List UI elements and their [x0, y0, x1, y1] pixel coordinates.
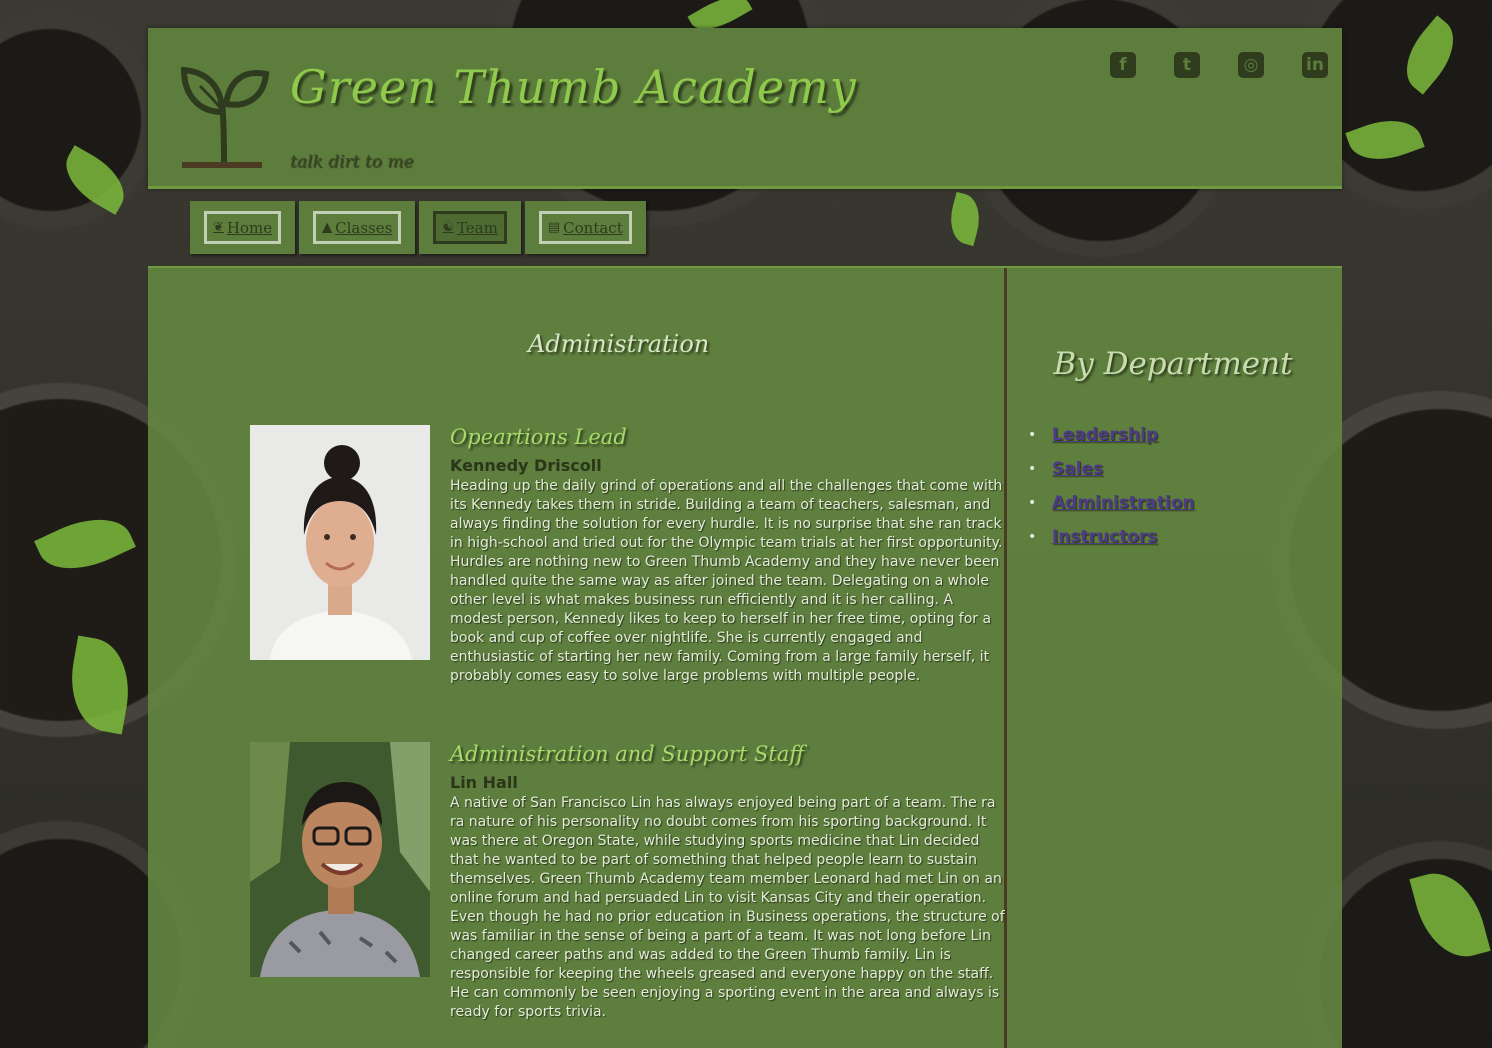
background-leaf — [62, 635, 138, 735]
site-header: Green Thumb Academy talk dirt to me f t … — [148, 28, 1342, 189]
twitter-icon[interactable]: t — [1174, 52, 1200, 78]
background-leaf — [944, 191, 986, 247]
site-title: Green Thumb Academy — [290, 60, 857, 114]
bullet-icon: • — [1028, 427, 1037, 443]
background-leaf — [1409, 863, 1491, 967]
handshake-icon: ☯ — [442, 220, 454, 235]
profile-photo — [250, 425, 430, 660]
nav-link-contact[interactable]: ▤ Contact — [538, 211, 632, 244]
profile-role: Administration and Support Staff — [450, 742, 805, 766]
contact-card-icon: ▤ — [547, 220, 561, 235]
bullet-icon: • — [1028, 529, 1037, 545]
profile-role: Opeartions Lead — [450, 425, 627, 449]
facebook-icon[interactable]: f — [1110, 52, 1136, 78]
main-nav: ❦ Home ▲ Classes ☯ Team ▤ Contact — [190, 201, 646, 254]
background-leaf — [1345, 109, 1425, 171]
department-link-sales[interactable]: Sales — [1052, 459, 1103, 479]
site-tagline: talk dirt to me — [290, 152, 414, 172]
profile-name: Lin Hall — [450, 773, 518, 792]
main-panel: Administration Opeartions Lead Kennedy D… — [148, 266, 1342, 1048]
nav-link-classes[interactable]: ▲ Classes — [313, 211, 402, 244]
nav-tab-contact[interactable]: ▤ Contact — [524, 201, 646, 254]
nav-link-team[interactable]: ☯ Team — [433, 211, 507, 244]
background-leaf — [34, 503, 136, 585]
department-link-leadership[interactable]: Leadership — [1052, 425, 1158, 445]
nav-tab-team[interactable]: ☯ Team — [419, 201, 521, 254]
bullet-icon: • — [1028, 461, 1037, 477]
bullet-icon: • — [1028, 495, 1037, 511]
linkedin-icon[interactable]: in — [1302, 52, 1328, 78]
list-item: • Administration — [1028, 486, 1195, 520]
list-item: • Sales — [1028, 452, 1195, 486]
department-list: • Leadership • Sales • Administration • … — [1028, 418, 1195, 554]
department-link-administration[interactable]: Administration — [1052, 493, 1195, 513]
profile-name: Kennedy Driscoll — [450, 456, 602, 475]
nav-tab-classes[interactable]: ▲ Classes — [299, 201, 416, 254]
graduation-cap-icon: ▲ — [322, 220, 333, 235]
profile-text: Opeartions Lead Kennedy Driscoll Heading… — [450, 425, 1006, 686]
nav-label-contact: Contact — [563, 218, 623, 237]
nav-link-home[interactable]: ❦ Home — [204, 211, 282, 244]
sprout-logo-icon — [180, 66, 270, 168]
section-title: Administration — [528, 330, 710, 358]
nav-tab-home[interactable]: ❦ Home — [190, 201, 296, 254]
instagram-icon[interactable]: ◎ — [1238, 52, 1264, 78]
leaf-icon: ❦ — [213, 220, 224, 235]
list-item: • Instructors — [1028, 520, 1195, 554]
nav-label-home: Home — [226, 218, 273, 237]
nav-label-team: Team — [456, 218, 498, 237]
profile-bio: Heading up the daily grind of operations… — [450, 478, 1003, 684]
profile-photo — [250, 742, 430, 977]
list-item: • Leadership — [1028, 418, 1195, 452]
background-leaf — [1392, 15, 1468, 95]
sidebar-title: By Department — [1053, 346, 1293, 382]
profile-text: Administration and Support Staff Lin Hal… — [450, 742, 1006, 1022]
department-link-instructors[interactable]: Instructors — [1052, 527, 1158, 547]
social-links: f t ◎ in — [1110, 52, 1328, 78]
background-leaf — [54, 145, 136, 215]
nav-label-classes: Classes — [335, 218, 393, 237]
profile-bio: A native of San Francisco Lin has always… — [450, 795, 1005, 1020]
